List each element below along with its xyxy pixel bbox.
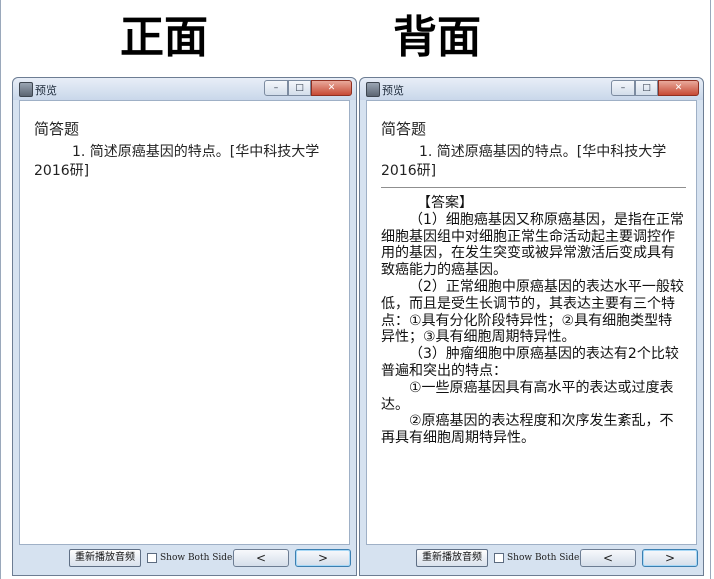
next-button[interactable]: > <box>642 549 698 567</box>
question-text: 1. 简述原癌基因的特点。[华中科技大学2016研] <box>34 144 320 179</box>
title-bar[interactable]: 预览 – □ ✕ <box>13 78 356 100</box>
close-button[interactable]: ✕ <box>311 80 352 96</box>
bottom-toolbar: 重新播放音频 Show Both Sides < > <box>366 546 698 572</box>
card-content: 简答题 1. 简述原癌基因的特点。[华中科技大学2016研] 【答案】 （1）细… <box>366 100 697 545</box>
show-both-sides-toggle[interactable]: Show Both Sides <box>494 551 584 567</box>
show-both-sides-checkbox[interactable] <box>494 552 504 563</box>
show-both-sides-label: Show Both Sides <box>507 553 585 563</box>
card-content: 简答题 1. 简述原癌基因的特点。[华中科技大学2016研] <box>19 100 350 545</box>
front-label: 正面 <box>120 12 208 63</box>
previous-button[interactable]: < <box>233 549 289 567</box>
left-edge-line <box>0 0 1 579</box>
answer-paragraph: （3）肿瘤细胞中原癌基因的表达有2个比较普遍和突出的特点： <box>381 346 679 379</box>
preview-window-back: 预览 – □ ✕ 简答题 1. 简述原癌基因的特点。[华中科技大学2016研] … <box>359 77 704 576</box>
section-title: 简答题 <box>34 120 80 138</box>
show-both-sides-label: Show Both Sides <box>160 553 238 563</box>
answer-divider <box>381 187 686 188</box>
close-button[interactable]: ✕ <box>658 80 699 96</box>
show-both-sides-toggle[interactable]: Show Both Sides <box>147 551 237 567</box>
answer-paragraph: （2）正常细胞中原癌基因的表达水平一般较低，而且是受生长调节的，其表达主要有三个… <box>381 278 684 346</box>
answer-heading: 【答案】 <box>417 195 473 211</box>
section-title: 简答题 <box>381 120 427 138</box>
maximize-button[interactable]: □ <box>635 80 658 96</box>
bottom-toolbar: 重新播放音频 Show Both Sides < > <box>19 546 351 572</box>
answer-paragraph: （1）细胞癌基因又称原癌基因，是指在正常细胞基因组中对细胞正常生命活动起主要调控… <box>381 211 684 279</box>
answer-paragraph: ①一些原癌基因具有高水平的表达或过度表达。 <box>381 379 674 413</box>
maximize-button[interactable]: □ <box>288 80 311 96</box>
replay-audio-button[interactable]: 重新播放音频 <box>69 549 141 567</box>
right-edge-line <box>710 0 711 579</box>
replay-audio-button[interactable]: 重新播放音频 <box>416 549 488 567</box>
answer-paragraph: ②原癌基因的表达程度和次序发生紊乱，不再具有细胞周期特异性。 <box>381 413 674 447</box>
title-bar[interactable]: 预览 – □ ✕ <box>360 78 703 100</box>
minimize-button[interactable]: – <box>611 80 635 96</box>
back-label: 背面 <box>393 12 481 63</box>
preview-window-front: 预览 – □ ✕ 简答题 1. 简述原癌基因的特点。[华中科技大学2016研] … <box>12 77 357 576</box>
next-button[interactable]: > <box>295 549 351 567</box>
previous-button[interactable]: < <box>580 549 636 567</box>
question-text: 1. 简述原癌基因的特点。[华中科技大学2016研] <box>381 144 667 179</box>
window-title: 预览 <box>382 84 404 97</box>
window-title: 预览 <box>35 84 57 97</box>
answer-text: 【答案】 （1）细胞癌基因又称原癌基因，是指在正常细胞基因组中对细胞正常生命活动… <box>381 195 685 447</box>
minimize-button[interactable]: – <box>264 80 288 96</box>
app-icon <box>19 82 33 97</box>
show-both-sides-checkbox[interactable] <box>147 552 157 563</box>
app-icon <box>366 82 380 97</box>
